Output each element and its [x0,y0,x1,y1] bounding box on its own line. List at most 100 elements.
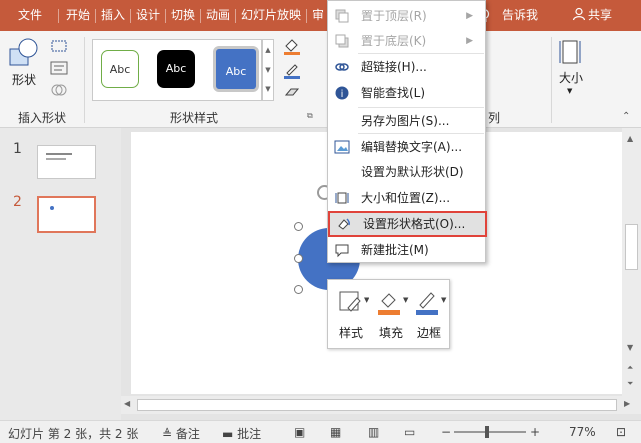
zoom-in-icon[interactable]: + [530,425,540,439]
svg-text:▼: ▼ [441,296,447,304]
prev-slide-icon[interactable]: ⏶ [627,363,633,373]
collapse-ribbon-icon[interactable]: ⌃ [622,111,630,122]
menu-item-label: 置于底层(K) [361,34,427,48]
outline-pen-icon: ▼ [416,292,447,315]
normal-view-icon[interactable]: ▣ [294,425,305,439]
scroll-thumb[interactable] [137,399,617,411]
vertical-scrollbar[interactable]: ▲ ▼ ⏶ ⏷ [622,128,641,396]
menu-item-size-position[interactable]: 大小和位置(Z)... [328,186,485,210]
merge-shapes-icon[interactable] [50,83,70,99]
menu-item-hyperlink[interactable]: 超链接(H)... [328,55,485,79]
scroll-up-icon[interactable]: ▲ [627,134,633,143]
zoom-level[interactable]: 77% [569,425,596,439]
chevron-up-icon[interactable]: ▲ [263,40,273,60]
style-sample-outline[interactable]: Abc [101,50,139,88]
ribbon: 形状 插入形状 Abc Abc Abc ▲ ▼ ▼ 形状样式 ⧉ 列 大小 ▼ … [0,31,641,128]
menu-item-label: 超链接(H)... [361,60,427,74]
menu-item-label: 设置为默认形状(D) [361,165,464,179]
arrange-group-label-partial: 列 [488,111,501,125]
style-sample-black[interactable]: Abc [157,50,195,88]
size-icon [559,40,581,64]
comments-button[interactable]: ▬ 批注 [222,425,261,442]
comments-label: 批注 [237,427,262,441]
slide-thumbnail-1[interactable] [37,145,96,179]
tab-insert[interactable]: 插入 [101,0,125,31]
gallery-more-icon[interactable]: ▼ [263,80,273,98]
gallery-scroll[interactable]: ▲ ▼ ▼ [262,39,274,101]
next-slide-icon[interactable]: ⏷ [627,379,633,389]
menu-item-bring-to-front[interactable]: 置于顶层(R) ▶ [328,4,485,28]
menu-item-set-default-shape[interactable]: 设置为默认形状(D) [328,160,485,184]
scroll-right-icon[interactable]: ▶ [624,399,630,408]
reading-view-icon[interactable]: ▥ [368,425,379,439]
share-button[interactable]: 共享 [572,0,612,31]
tab-design[interactable]: 设计 [136,0,160,31]
pen-outline-icon[interactable] [282,61,304,79]
menu-item-new-comment[interactable]: 新建批注(M) [328,238,485,262]
slide-thumbnail-2-selected[interactable] [37,196,96,233]
edit-shape-icon[interactable] [50,39,70,55]
horizontal-scrollbar[interactable]: ◀ ▶ [121,396,641,414]
notes-button[interactable]: ≜ 备注 [162,425,200,442]
resize-handle[interactable] [294,222,303,231]
slideshow-view-icon[interactable]: ▭ [404,425,415,439]
thumb-text-line [46,158,66,160]
submenu-arrow-icon: ▶ [466,11,473,21]
tab-animations[interactable]: 动画 [206,0,230,31]
style-button[interactable]: ▼ 样式 [332,286,370,344]
shapes-button[interactable]: 形状 [8,37,44,93]
menu-separator [358,53,484,54]
menu-item-save-as-picture[interactable]: 另存为图片(S)... [328,109,485,133]
style-brush-icon: ▼ [339,291,370,312]
tab-divider [95,9,96,23]
svg-text:▼: ▼ [364,296,369,304]
alt-text-icon [334,140,350,154]
notes-label: 备注 [175,427,200,441]
tab-review-partial[interactable]: 审 [312,0,324,31]
tell-me-box[interactable]: 告诉我 [502,0,538,31]
outline-button[interactable]: ▼ 边框 [410,286,448,344]
tab-divider [130,9,131,23]
send-to-back-icon [335,34,349,48]
style-sample-blue-selected[interactable]: Abc [213,46,259,92]
menu-item-edit-alt-text[interactable]: 编辑替换文字(A)... [328,135,485,159]
notes-icon: ≜ [162,427,173,441]
menu-separator [358,133,484,134]
fit-slide-icon[interactable]: ⊡ [616,425,626,439]
menu-item-smart-lookup[interactable]: i 智能查找(L) [328,81,485,105]
share-label: 共享 [588,8,613,22]
fill-bucket-icon[interactable] [282,37,304,55]
bring-to-front-icon [335,9,349,23]
menu-item-label: 置于顶层(R) [361,9,427,23]
submenu-arrow-icon: ▶ [466,36,473,46]
menu-item-label: 智能查找(L) [361,86,426,100]
menu-item-format-shape[interactable]: 设置形状格式(O)... [328,211,487,237]
resize-handle[interactable] [294,254,303,263]
zoom-slider-thumb[interactable] [485,426,489,438]
tab-transitions[interactable]: 切换 [171,0,195,31]
tab-home[interactable]: 开始 [66,0,90,31]
link-icon [335,63,349,71]
resize-handle[interactable] [294,285,303,294]
textbox-icon[interactable] [50,61,70,77]
thumb-circle [50,206,54,210]
context-menu: 置于顶层(R) ▶ 置于底层(K) ▶ 超链接(H)... i 智能查找(L) … [327,0,487,263]
zoom-slider-track[interactable] [454,431,526,433]
smart-lookup-icon: i [335,86,349,100]
tab-divider [306,9,307,23]
menu-item-send-to-back[interactable]: 置于底层(K) ▶ [328,29,485,53]
scroll-left-icon[interactable]: ◀ [124,399,130,408]
scroll-thumb[interactable] [625,224,638,270]
effects-icon[interactable] [282,85,304,99]
zoom-out-icon[interactable]: − [441,425,451,439]
tab-file[interactable]: 文件 [18,0,42,31]
tab-slideshow[interactable]: 幻灯片放映 [241,0,301,31]
scroll-down-icon[interactable]: ▼ [627,343,633,352]
slide-number: 2 [13,194,22,210]
size-button[interactable]: 大小 ▼ [557,37,587,103]
chevron-down-icon[interactable]: ▼ [263,60,273,80]
status-bar: 幻灯片 第 2 张，共 2 张 ≜ 备注 ▬ 批注 ▣ ▦ ▥ ▭ − + 77… [0,420,641,443]
dialog-launcher-icon[interactable]: ⧉ [307,111,313,121]
slide-sorter-icon[interactable]: ▦ [330,425,341,439]
fill-button[interactable]: ▼ 填充 [372,286,410,344]
